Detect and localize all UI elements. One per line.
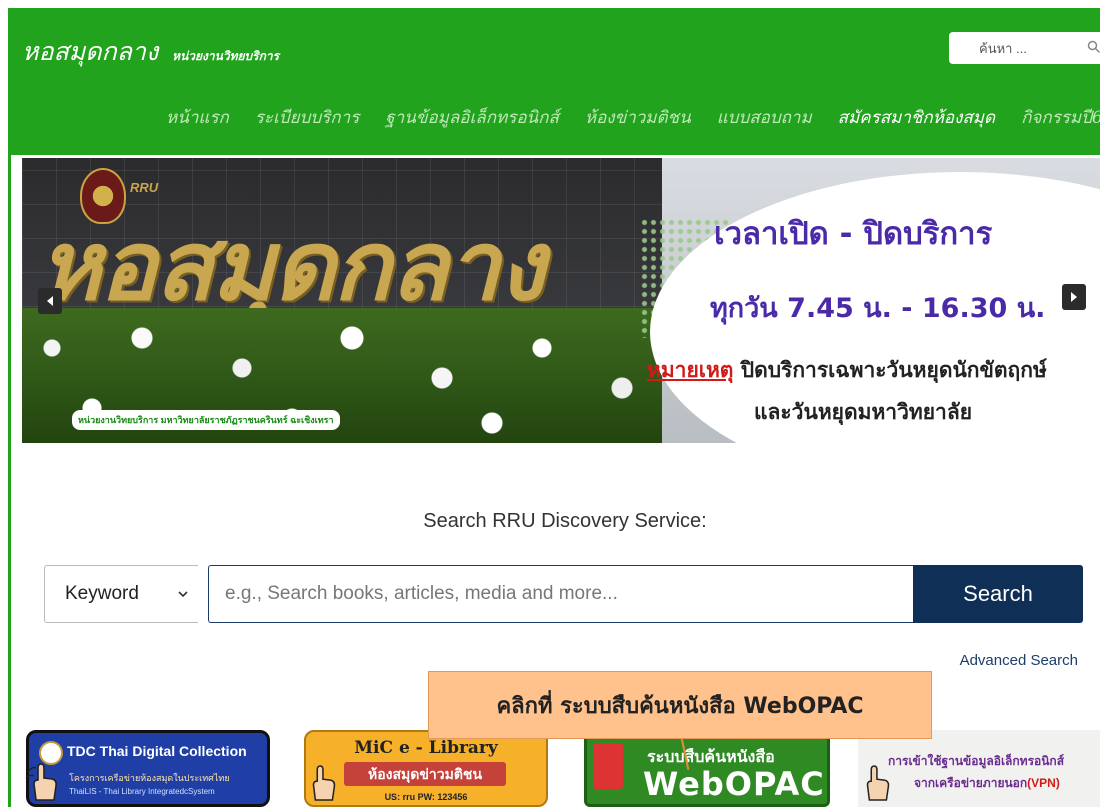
banner-caption: หน่วยงานวิทยบริการ มหาวิทยาลัยราชภัฏราชน… bbox=[72, 410, 340, 430]
advanced-search-link[interactable]: Advanced Search bbox=[960, 652, 1078, 669]
note-text: ปิดบริการเฉพาะวันหยุดนักขัตฤกษ์ bbox=[733, 358, 1047, 382]
discovery-title: Search RRU Discovery Service: bbox=[423, 510, 707, 532]
nav-regulations[interactable]: ระเบียบบริการ bbox=[255, 104, 360, 131]
nav-survey[interactable]: แบบสอบถาม bbox=[717, 104, 812, 131]
mic-subtitle: ห้องสมุดข่าวมติชน bbox=[344, 762, 506, 786]
tdc-banner-link[interactable]: TDC Thai Digital Collection โครงการเครือ… bbox=[26, 730, 270, 807]
nav-e-databases[interactable]: ฐานข้อมูลอิเล็กทรอนิกส์ bbox=[385, 104, 559, 131]
site-subtitle: หน่วยงานวิทยบริการ bbox=[172, 49, 280, 63]
main-nav: หน้าแรก ระเบียบบริการ ฐานข้อมูลอิเล็กทรอ… bbox=[166, 104, 1100, 131]
hand-pointer-icon bbox=[312, 765, 336, 801]
left-border bbox=[8, 155, 11, 807]
emblem-text: RRU bbox=[130, 180, 159, 195]
chevron-down-icon bbox=[178, 591, 188, 598]
selected-field: Keyword bbox=[65, 583, 139, 604]
brand[interactable]: หอสมุดกลาง หน่วยงานวิทยบริการ bbox=[22, 32, 279, 72]
tdc-line2: โครงการเครือข่ายห้องสมุดในประเทศไทย bbox=[69, 773, 230, 783]
slider-prev-button[interactable] bbox=[38, 288, 62, 314]
arrow-left-icon bbox=[47, 296, 53, 306]
book-flag-icon bbox=[593, 743, 623, 789]
hours-note-line2: และวันหยุดมหาวิทยาลัย bbox=[754, 400, 972, 424]
site-search bbox=[949, 32, 1100, 64]
hours-time: ทุกวัน 7.45 น. - 16.30 น. bbox=[710, 293, 1046, 324]
tdc-line3: ThaiLIS - Thai Library IntegratedcSystem bbox=[69, 787, 215, 796]
webopac-banner-link[interactable]: ระบบสืบค้นหนังสือ WebOPAC bbox=[584, 730, 830, 807]
library-signage: หอสมุดกลาง bbox=[38, 209, 545, 322]
hand-pointer-icon bbox=[866, 765, 890, 801]
vpn-suffix: (VPN) bbox=[1027, 776, 1060, 790]
instruction-callout: คลิกที่ ระบบสืบค้นหนังสือ WebOPAC bbox=[428, 671, 932, 739]
slider-next-button[interactable] bbox=[1062, 284, 1086, 310]
hand-pointer-icon bbox=[25, 763, 57, 801]
hours-title: เวลาเปิด - ปิดบริการ bbox=[714, 216, 993, 252]
nav-membership[interactable]: สมัครสมาชิกห้องสมุด bbox=[838, 104, 995, 131]
hero-slider: RRU หอสมุดกลาง เวลาเปิด - ปิดบริการ ทุกว… bbox=[22, 158, 1100, 443]
site-header: หอสมุดกลาง หน่วยงานวิทยบริการ หน้าแรก ระ… bbox=[8, 8, 1100, 155]
discovery-search-button[interactable]: Search bbox=[913, 565, 1083, 623]
nav-home[interactable]: หน้าแรก bbox=[166, 104, 229, 131]
webopac-name: WebOPAC bbox=[643, 765, 825, 803]
nav-activities[interactable]: กิจกรรมปี65 bbox=[1021, 104, 1100, 131]
search-icon[interactable] bbox=[1087, 40, 1100, 54]
discovery-search-form: Keyword Search bbox=[44, 565, 1083, 623]
discovery-search-input[interactable] bbox=[208, 565, 913, 623]
site-name[interactable]: หอสมุดกลาง bbox=[22, 32, 158, 72]
hours-note: หมายเหตุ ปิดบริการเฉพาะวันหยุดนักขัตฤกษ์ bbox=[647, 354, 1047, 387]
mic-elibrary-banner-link[interactable]: MiC e - Library ห้องสมุดข่าวมติชน US: rr… bbox=[304, 730, 548, 807]
mic-title: MiC e - Library bbox=[354, 738, 498, 758]
mic-credentials: US: rru PW: 123456 bbox=[384, 792, 468, 802]
vpn-banner-link[interactable]: การเข้าใช้ฐานข้อมูลอิเล็กทรอนิกส์ จากเคร… bbox=[858, 730, 1100, 807]
search-field-select[interactable]: Keyword bbox=[44, 565, 198, 623]
nav-matichon-news[interactable]: ห้องข่าวมติชน bbox=[585, 104, 691, 131]
vpn-line2-text: จากเครือข่ายภายนอก bbox=[914, 776, 1028, 790]
tdc-title: TDC Thai Digital Collection bbox=[67, 743, 247, 759]
arrow-right-icon bbox=[1071, 292, 1077, 302]
vpn-line1: การเข้าใช้ฐานข้อมูลอิเล็กทรอนิกส์ bbox=[888, 754, 1065, 768]
vpn-line2: จากเครือข่ายภายนอก(VPN) bbox=[914, 774, 1060, 793]
note-label: หมายเหตุ bbox=[647, 358, 734, 382]
site-search-input[interactable] bbox=[977, 39, 1097, 57]
